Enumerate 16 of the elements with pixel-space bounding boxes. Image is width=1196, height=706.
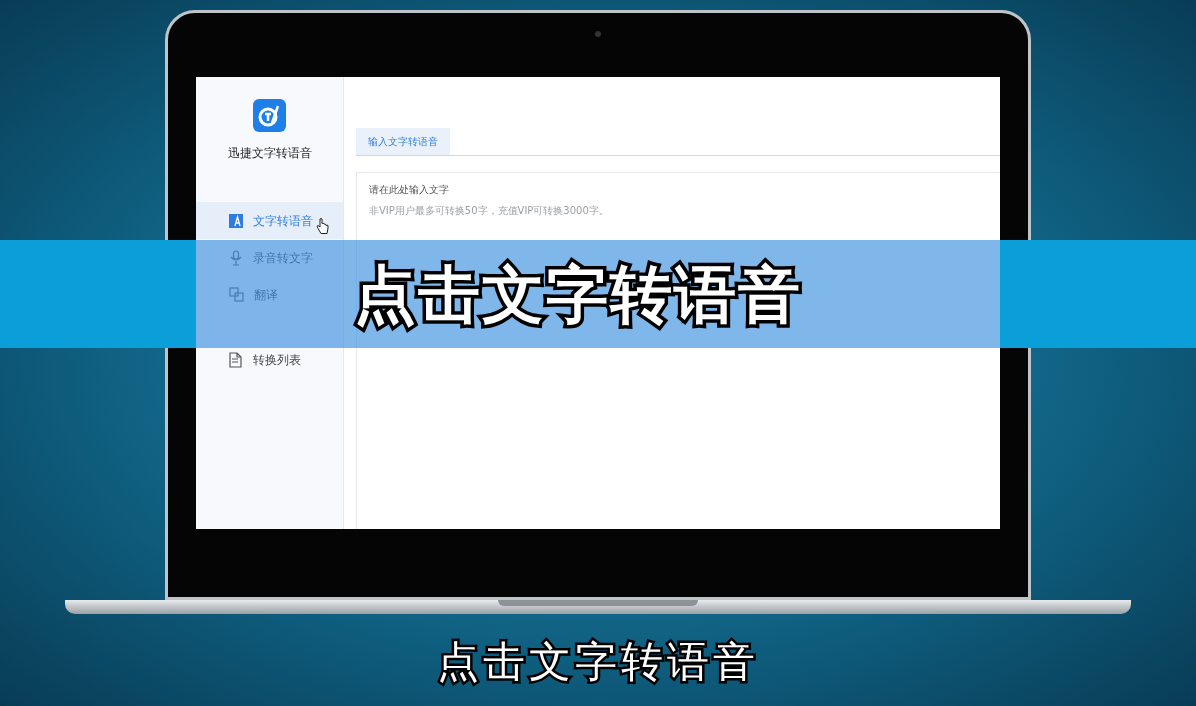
sidebar-item[interactable]: 翻译 (196, 276, 343, 313)
tab[interactable]: 输入文字转语音 (356, 128, 450, 155)
sidebar-item[interactable]: 转换列表 (196, 341, 343, 378)
hint-text: 非VIP用户最多可转换50字，充值VIP可转换3000字。 (369, 204, 610, 218)
placeholder-text: 请在此处输入文字 (369, 183, 450, 197)
app-logo-icon (253, 99, 286, 132)
letter-a-icon (229, 213, 243, 228)
hand-cursor-icon (316, 218, 329, 235)
caption-text: 点击文字转语音 (354, 256, 802, 333)
app-name: 迅捷文字转语音 (227, 145, 312, 162)
document-icon (229, 351, 243, 368)
translate-icon (229, 287, 244, 302)
sidebar-item[interactable]: 文字转语音 (196, 202, 343, 239)
camera-icon (595, 31, 601, 37)
microphone-icon (229, 249, 243, 266)
subtitle: 点击文字转语音 (437, 636, 759, 688)
